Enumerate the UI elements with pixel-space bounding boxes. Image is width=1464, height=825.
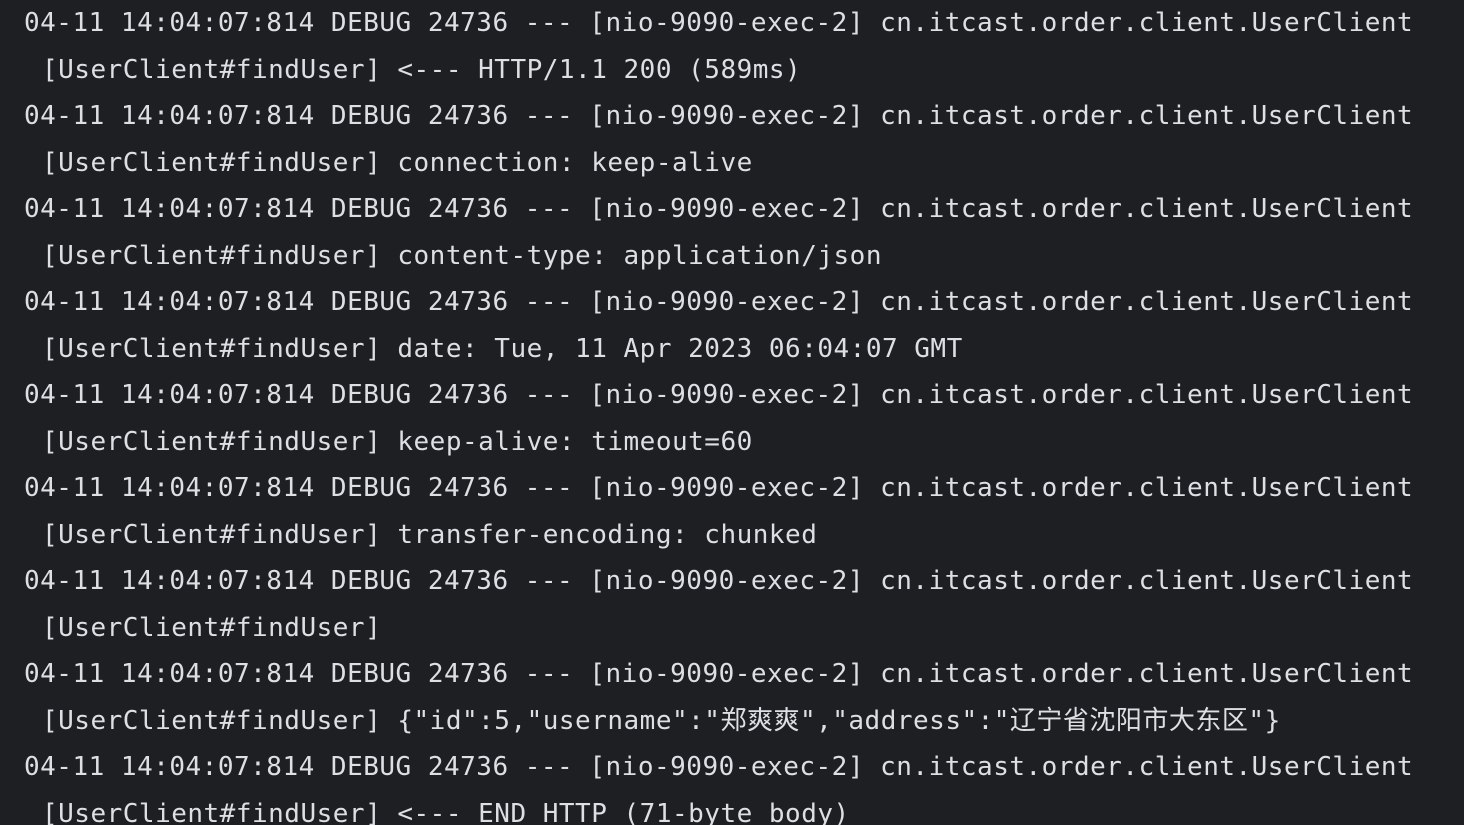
log-output: 04-11 14:04:07:814 DEBUG 24736 --- [nio-… (24, 0, 1454, 825)
log-line: [UserClient#findUser] content-type: appl… (42, 240, 882, 271)
log-line: 04-11 14:04:07:814 DEBUG 24736 --- [nio-… (24, 566, 1414, 596)
log-line: [UserClient#findUser] (42, 612, 382, 643)
log-line: [UserClient#findUser] keep-alive: timeou… (42, 426, 753, 457)
log-line: [UserClient#findUser] <--- HTTP/1.1 200 … (42, 54, 802, 85)
log-line: 04-11 14:04:07:814 DEBUG 24736 --- [nio-… (24, 752, 1414, 782)
log-line: [UserClient#findUser] {"id":5,"username"… (42, 705, 1281, 736)
log-line: 04-11 14:04:07:814 DEBUG 24736 --- [nio-… (24, 287, 1414, 317)
log-line: [UserClient#findUser] date: Tue, 11 Apr … (42, 333, 963, 364)
log-line: 04-11 14:04:07:814 DEBUG 24736 --- [nio-… (24, 380, 1414, 410)
log-line: 04-11 14:04:07:814 DEBUG 24736 --- [nio-… (24, 194, 1414, 224)
log-line: 04-11 14:04:07:814 DEBUG 24736 --- [nio-… (24, 101, 1414, 131)
log-console[interactable]: 04-11 14:04:07:814 DEBUG 24736 --- [nio-… (0, 0, 1464, 825)
log-line: 04-11 14:04:07:814 DEBUG 24736 --- [nio-… (24, 473, 1414, 503)
log-line: 04-11 14:04:07:814 DEBUG 24736 --- [nio-… (24, 659, 1414, 689)
log-line: [UserClient#findUser] transfer-encoding:… (42, 519, 818, 550)
log-line: [UserClient#findUser] connection: keep-a… (42, 147, 753, 178)
log-line: 04-11 14:04:07:814 DEBUG 24736 --- [nio-… (24, 8, 1414, 38)
log-line: [UserClient#findUser] <--- END HTTP (71-… (42, 798, 850, 825)
